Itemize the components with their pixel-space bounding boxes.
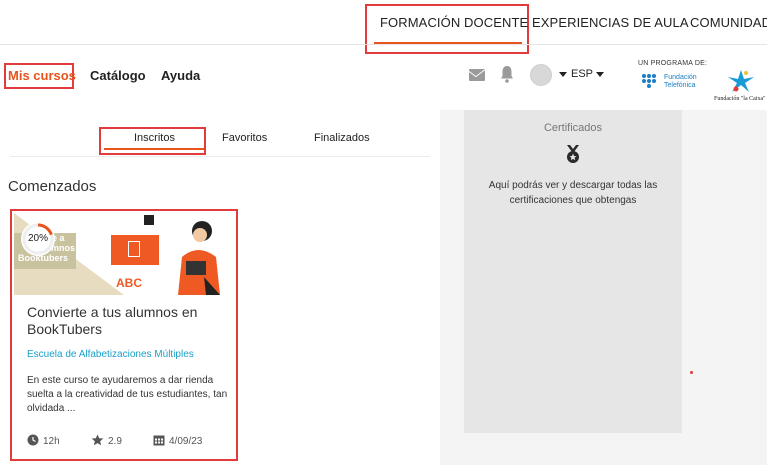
rating-meta: 2.9 <box>91 434 122 447</box>
certificates-panel: Certificados Aquí podrás ver y descargar… <box>464 110 682 433</box>
fundacion-line1: Fundación <box>664 74 697 81</box>
mis-cursos-link[interactable]: Mis cursos <box>8 68 76 83</box>
course-card[interactable]: ierte a alumnos en Booktubers ABC 20% Co… <box>10 209 238 461</box>
nav-comunidad[interactable]: COMUNIDAD <box>690 15 767 30</box>
section-title: Comenzados <box>8 178 97 195</box>
chevron-down-icon[interactable] <box>559 72 567 77</box>
progress-indicator: 20% <box>21 222 55 256</box>
calendar-icon <box>153 435 165 446</box>
la-caixa-label: Fundación "la Caixa" <box>714 96 766 102</box>
abc-illustration: ABC <box>116 276 142 290</box>
fundacion-line2: Telefónica <box>664 82 696 89</box>
checkbox-illustration-icon <box>144 215 154 225</box>
catalogo-link[interactable]: Catálogo <box>90 68 146 83</box>
course-title[interactable]: Convierte a tus alumnos en BookTubers <box>27 304 227 338</box>
medal-icon <box>567 145 579 163</box>
tabs-divider <box>10 156 430 157</box>
star-icon <box>91 434 104 446</box>
date-value: 4/09/23 <box>169 436 203 447</box>
date-meta: 4/09/23 <box>153 434 202 447</box>
progress-label: 20% <box>27 233 48 244</box>
top-navigation: FORMACIÓN DOCENTE EXPERIENCIAS DE AULA C… <box>0 0 767 54</box>
star-logo-icon <box>728 70 754 92</box>
fundacion-telefonica-logo: Fundación Telefónica <box>641 71 701 93</box>
telefonica-dots-icon <box>642 74 656 88</box>
rating-value: 2.9 <box>108 436 122 447</box>
nav-experiencias-de-aula[interactable]: EXPERIENCIAS DE AULA <box>532 15 689 30</box>
active-tab-underline <box>104 148 204 150</box>
programa-label: UN PROGRAMA DE: <box>638 60 708 67</box>
header-bar: Mis cursos Catálogo Ayuda ESP UN PROGRAM… <box>0 46 767 110</box>
duration-value: 12h <box>43 436 60 447</box>
chevron-down-icon <box>596 71 605 77</box>
decorative-dot <box>690 371 693 374</box>
tab-inscritos[interactable]: Inscritos <box>134 132 175 144</box>
clock-icon <box>27 434 39 446</box>
mail-icon[interactable] <box>469 69 485 81</box>
language-label: ESP <box>571 68 594 80</box>
tab-favoritos[interactable]: Favoritos <box>222 132 267 144</box>
course-description: En este curso te ayudaremos a dar rienda… <box>27 375 228 414</box>
avatar[interactable] <box>530 64 552 86</box>
duration-meta: 12h <box>27 434 60 447</box>
course-thumbnail[interactable]: ierte a alumnos en Booktubers ABC 20% <box>14 213 235 295</box>
certificates-description: Aquí podrás ver y descargar todas las ce… <box>488 180 658 206</box>
course-meta: 12h 2.9 4/09/23 <box>27 434 227 450</box>
bell-icon[interactable] <box>500 65 514 83</box>
person-illustration <box>178 221 220 295</box>
topnav-divider <box>0 44 767 45</box>
ayuda-link[interactable]: Ayuda <box>161 68 200 83</box>
nav-formacion-docente[interactable]: FORMACIÓN DOCENTE <box>380 15 528 30</box>
tab-finalizados[interactable]: Finalizados <box>314 132 370 144</box>
book-page-icon <box>128 241 140 257</box>
course-tabs: Inscritos Favoritos Finalizados <box>0 110 430 158</box>
course-school-link[interactable]: Escuela de Alfabetizaciones Múltiples <box>27 349 194 360</box>
certificates-title: Certificados <box>543 122 603 134</box>
la-caixa-logo: Fundación "la Caixa" <box>714 68 767 102</box>
language-selector[interactable]: ESP <box>571 68 605 80</box>
